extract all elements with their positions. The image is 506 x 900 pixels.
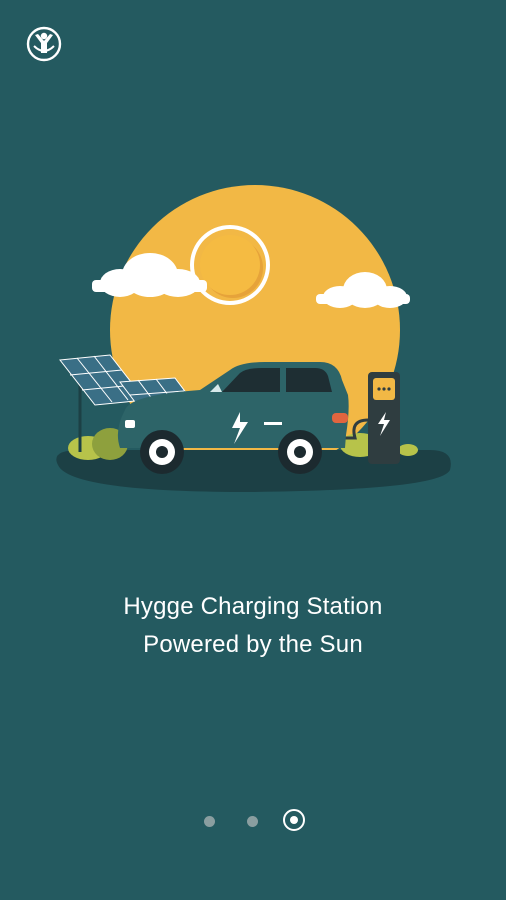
page-dot-3-active[interactable] [283,809,305,831]
person-globe-logo-icon [26,26,62,62]
page-indicator [0,806,506,836]
onboarding-caption: Hygge Charging Station Powered by the Su… [0,588,506,664]
caption-line-2: Powered by the Sun [143,631,363,658]
app-logo [26,26,62,62]
caption-line-1: Hygge Charging Station [123,593,383,620]
page-dot-1[interactable] [204,816,215,827]
page-dot-2[interactable] [247,816,258,827]
solar-charging-illustration [50,180,460,500]
solar-charging-car-illustration [56,185,451,492]
